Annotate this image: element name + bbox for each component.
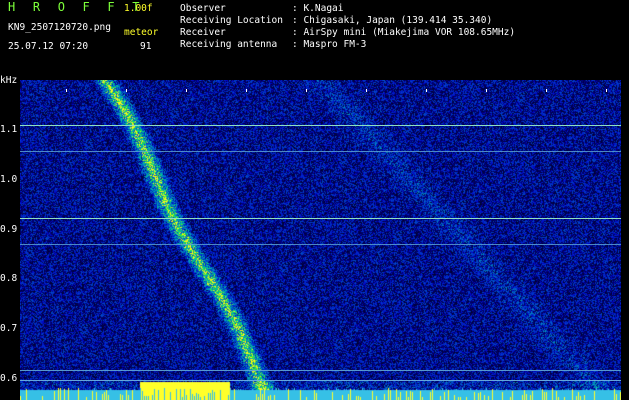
time-tick-mark	[126, 89, 127, 92]
meteor-count: 91	[140, 41, 152, 52]
file-name: KN9_2507120720.png	[8, 22, 111, 33]
carrier-line	[20, 244, 621, 245]
app-version: 1.00f	[124, 3, 153, 14]
meteor-label: meteor	[124, 27, 159, 38]
y-axis-unit: kHz	[0, 75, 18, 86]
carrier-line	[20, 125, 621, 126]
carrier-line	[20, 218, 621, 219]
info-label-receiver: Receiver	[180, 27, 226, 38]
carrier-line	[20, 151, 621, 152]
info-label-observer: Observer	[180, 3, 226, 14]
time-tick-mark	[486, 89, 487, 92]
y-tick-0.6: 0.6	[0, 373, 18, 384]
carrier-line	[20, 370, 621, 371]
y-tick-0.8: 0.8	[0, 273, 18, 284]
header-panel: H R O F F T 1.00f KN9_2507120720.png met…	[0, 0, 629, 74]
time-tick-mark	[606, 89, 607, 92]
time-tick-mark	[306, 89, 307, 92]
y-tick-1.0: 1.0	[0, 174, 18, 185]
info-value-receiver: : AirSpy mini (Miakejima VOR 108.65MHz)	[292, 27, 516, 38]
time-tick-mark	[186, 89, 187, 92]
time-tick-mark	[426, 89, 427, 92]
spectrogram-canvas	[20, 80, 621, 400]
info-value-antenna: : Maspro FM-3	[292, 39, 367, 50]
info-label-location: Receiving Location	[180, 15, 283, 26]
time-tick-mark	[66, 89, 67, 92]
info-value-location: : Chigasaki, Japan (139.414 35.340)	[292, 15, 493, 26]
info-label-antenna: Receiving antenna	[180, 39, 278, 50]
carrier-line	[20, 380, 621, 381]
time-tick-mark	[246, 89, 247, 92]
time-tick-mark	[366, 89, 367, 92]
y-tick-1.1: 1.1	[0, 124, 18, 135]
observation-datetime: 25.07.12 07:20	[8, 41, 89, 52]
spectrogram-plot	[20, 80, 621, 400]
y-tick-0.9: 0.9	[0, 224, 18, 235]
time-tick-mark	[546, 89, 547, 92]
y-tick-0.7: 0.7	[0, 323, 18, 334]
info-value-observer: : K.Nagai	[292, 3, 344, 14]
